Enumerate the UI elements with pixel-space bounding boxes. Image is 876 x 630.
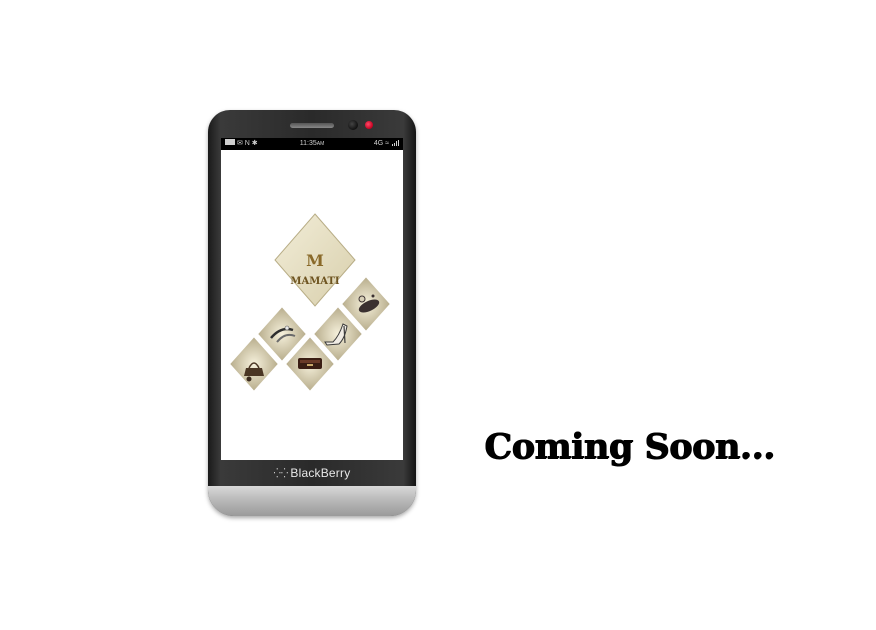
brand-label: ⁛⁛ BlackBerry (208, 466, 416, 480)
notification-led (365, 121, 373, 129)
blackberry-phone: ✉ N ✱ 11:35AM 4G ≈ M MAMATI ⁛⁛ BlackBerr… (208, 110, 416, 516)
logo-name: MAMATI (290, 276, 340, 287)
logo-tile: M MAMATI (274, 213, 356, 307)
wallet-icon (298, 358, 322, 369)
front-camera-icon (348, 120, 358, 130)
phone-screen: ✉ N ✱ 11:35AM 4G ≈ M MAMATI (221, 138, 403, 460)
brand-name: BlackBerry (290, 466, 351, 480)
coming-soon-text: Coming Soon... (484, 426, 775, 467)
phone-chin (208, 486, 416, 516)
mamati-splash-artwork: M MAMATI (227, 213, 393, 394)
earpiece-speaker (290, 123, 334, 128)
logo-monogram: M (306, 251, 324, 270)
blackberry-logo-icon: ⁛⁛ (273, 468, 289, 478)
